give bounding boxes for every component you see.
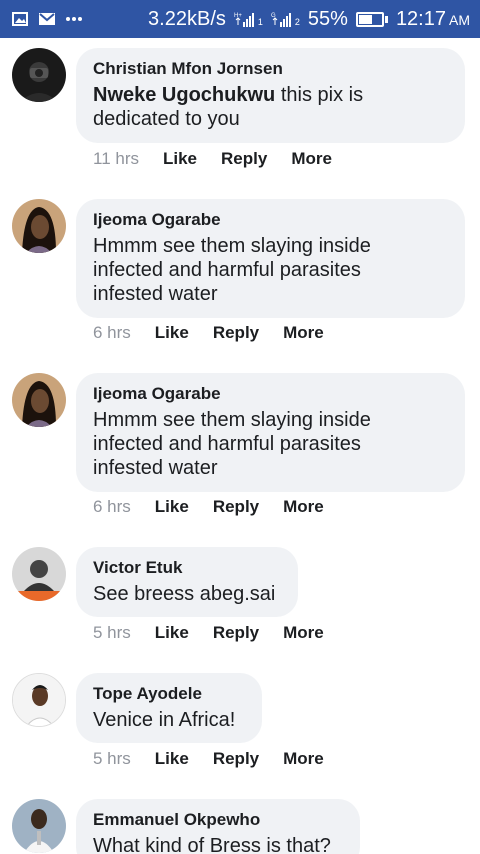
comment-text-line: infected and harmful parasites: [93, 433, 361, 455]
comment-text-line: Venice in Africa!: [93, 709, 236, 731]
reply-button[interactable]: Reply: [213, 323, 259, 343]
like-button[interactable]: Like: [155, 623, 189, 643]
reply-button[interactable]: Reply: [213, 749, 259, 769]
comment-text-line: Hmmm see them slaying inside: [93, 409, 371, 431]
like-button[interactable]: Like: [155, 749, 189, 769]
comment-text-line: See breess abeg.sai: [93, 583, 276, 605]
comment-time: 6 hrs: [93, 497, 131, 516]
clock: 12:17 AM: [396, 8, 470, 31]
more-button[interactable]: More: [291, 149, 332, 169]
comment-text-line: infested water: [93, 283, 218, 305]
avatar[interactable]: [12, 199, 66, 253]
more-button[interactable]: More: [283, 749, 324, 769]
comment-text: Nweke Ugochukwu this pix is dedicated to…: [93, 83, 447, 131]
more-button[interactable]: More: [283, 323, 324, 343]
avatar[interactable]: [12, 673, 66, 727]
comment-text-line: this pix is: [275, 84, 364, 106]
reply-button[interactable]: Reply: [221, 149, 267, 169]
comment-bubble[interactable]: Christian Mfon Jornsen Nweke Ugochukwu t…: [76, 48, 465, 143]
comment-bubble[interactable]: Ijeoma Ogarabe Hmmm see them slaying ins…: [76, 373, 465, 492]
comment-time: 5 hrs: [93, 749, 131, 768]
like-button[interactable]: Like: [155, 497, 189, 517]
comment-text-line: infected and harmful parasites: [93, 259, 361, 281]
avatar[interactable]: [12, 48, 66, 102]
comment-actions: 6 hrs Like Reply More: [93, 497, 348, 517]
comment-author[interactable]: Christian Mfon Jornsen: [93, 58, 447, 80]
comment-bubble[interactable]: Emmanuel Okpewho What kind of Bress is t…: [76, 799, 360, 854]
more-button[interactable]: More: [283, 623, 324, 643]
reply-button[interactable]: Reply: [213, 623, 259, 643]
battery-icon: [355, 11, 388, 27]
more-notifications-icon: [66, 16, 82, 22]
comment-author[interactable]: Ijeoma Ogarabe: [93, 209, 447, 231]
comment-text-line: dedicated to you: [93, 108, 240, 130]
clock-time: 12:17: [395, 7, 446, 30]
comment-author[interactable]: Tope Ayodele: [93, 683, 244, 705]
comment-text: Hmmm see them slaying inside infected an…: [93, 408, 447, 480]
mentioned-user[interactable]: Nweke Ugochukwu: [93, 84, 275, 106]
avatar[interactable]: [12, 547, 66, 601]
more-button[interactable]: More: [283, 497, 324, 517]
comment-author[interactable]: Ijeoma Ogarabe: [93, 383, 447, 405]
comment-author[interactable]: Emmanuel Okpewho: [93, 809, 342, 831]
sim1-signal-icon: H+ 1: [234, 11, 263, 27]
comment-text: See breess abeg.sai: [93, 582, 280, 606]
comment-actions: 11 hrs Like Reply More: [93, 149, 356, 169]
like-button[interactable]: Like: [163, 149, 197, 169]
comment-text: Venice in Africa!: [93, 708, 244, 732]
battery-percent: 55%: [307, 7, 348, 30]
comment-text-line: infested water: [93, 457, 218, 479]
comment-text-line: What kind of Bress is that?: [93, 835, 331, 854]
comment-bubble[interactable]: Tope Ayodele Venice in Africa!: [76, 673, 262, 743]
network-speed: 3.22kB/s: [148, 7, 226, 30]
comment-bubble[interactable]: Ijeoma Ogarabe Hmmm see them slaying ins…: [76, 199, 465, 318]
like-button[interactable]: Like: [155, 323, 189, 343]
sim2-signal-icon: G 2: [271, 11, 300, 27]
comment-text: Hmmm see them slaying inside infected an…: [93, 234, 447, 306]
sim1-label: 1: [257, 17, 263, 27]
comment-time: 5 hrs: [93, 623, 131, 642]
status-bar: 3.22kB/s H+ 1 G 2 55% 12:17 AM: [0, 0, 480, 38]
comment-actions: 6 hrs Like Reply More: [93, 323, 348, 343]
reply-button[interactable]: Reply: [213, 497, 259, 517]
mail-notification-icon: [38, 12, 56, 26]
gallery-notification-icon: [12, 12, 28, 26]
comment-text: What kind of Bress is that?: [93, 834, 342, 854]
comment-text-line: Hmmm see them slaying inside: [93, 235, 371, 257]
comment-time: 11 hrs: [93, 149, 139, 168]
sim2-label: 2: [294, 17, 300, 27]
comment-author[interactable]: Victor Etuk: [93, 557, 280, 579]
avatar[interactable]: [12, 799, 66, 853]
comment-actions: 5 hrs Like Reply More: [93, 749, 348, 769]
comment-bubble[interactable]: Victor Etuk See breess abeg.sai: [76, 547, 298, 617]
comment-time: 6 hrs: [93, 323, 131, 342]
avatar[interactable]: [12, 373, 66, 427]
clock-ampm: AM: [449, 11, 470, 28]
comment-actions: 5 hrs Like Reply More: [93, 623, 348, 643]
